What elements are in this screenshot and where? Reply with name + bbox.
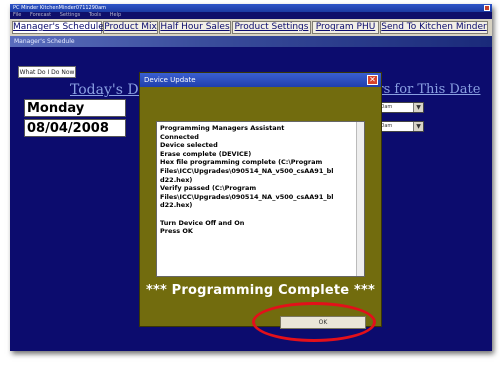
menu-forecast[interactable]: Forecast <box>30 12 51 18</box>
tab-bar: Manager's Schedule Product Mix Half Hour… <box>10 19 492 36</box>
what-do-i-do-now-button[interactable]: What Do I Do Now <box>18 66 76 78</box>
menu-settings[interactable]: Settings <box>60 12 81 18</box>
log-line: Press OK <box>160 227 193 236</box>
close-icon[interactable]: ✕ <box>367 75 378 85</box>
app-window: PC Minder KitchenMinder0711290am File Fo… <box>10 4 492 351</box>
tab-program-phu[interactable]: Program PHU <box>312 21 379 34</box>
chevron-down-icon[interactable]: ▼ <box>413 103 423 112</box>
log-line: Programming Managers Assistant <box>160 124 285 132</box>
chevron-down-icon[interactable]: ▼ <box>413 122 423 131</box>
log-line: Hex file programming complete (C:\Progra… <box>160 158 336 184</box>
hours-label: urs for This Date <box>369 82 481 97</box>
log-line: Connected <box>160 132 199 141</box>
log-line: Device selected <box>160 141 218 150</box>
programming-log: Programming Managers Assistant Connected… <box>156 121 365 277</box>
programming-status: *** Programming Complete *** <box>145 283 376 298</box>
tab-product-settings[interactable]: Product Settings <box>232 21 311 34</box>
menu-file[interactable]: File <box>13 12 21 18</box>
section-title: Manager's Schedule <box>14 38 75 45</box>
section-header: Manager's Schedule <box>10 36 492 47</box>
log-line: Turn Device Off and On <box>160 218 245 227</box>
log-line: Verify passed (C:\Program Files\ICC\Upgr… <box>160 184 336 210</box>
day-field: Monday <box>24 99 126 117</box>
log-line: Erase complete (DEVICE) <box>160 149 252 158</box>
tab-product-mix[interactable]: Product Mix <box>103 21 158 34</box>
tab-half-hour-sales[interactable]: Half Hour Sales <box>159 21 231 34</box>
tab-send-to-kitchen-minder[interactable]: Send To Kitchen Minder <box>380 21 488 34</box>
dialog-title-bar: Device Update ✕ <box>140 73 381 87</box>
title-bar: PC Minder KitchenMinder0711290am <box>10 4 492 12</box>
log-scrollbar[interactable] <box>356 122 364 276</box>
menu-bar: File Forecast Settings Tools Help <box>10 12 492 19</box>
window-close-icon[interactable] <box>484 5 490 11</box>
tab-managers-schedule[interactable]: Manager's Schedule <box>12 21 104 34</box>
date-field[interactable]: 08/04/2008 <box>24 119 126 137</box>
dialog-title: Device Update <box>144 76 196 84</box>
menu-help[interactable]: Help <box>110 12 121 18</box>
ok-highlight-circle <box>252 302 376 342</box>
device-update-dialog: Device Update ✕ Programming Managers Ass… <box>139 72 382 329</box>
window-title: PC Minder KitchenMinder0711290am <box>13 5 107 11</box>
menu-tools[interactable]: Tools <box>89 12 101 18</box>
